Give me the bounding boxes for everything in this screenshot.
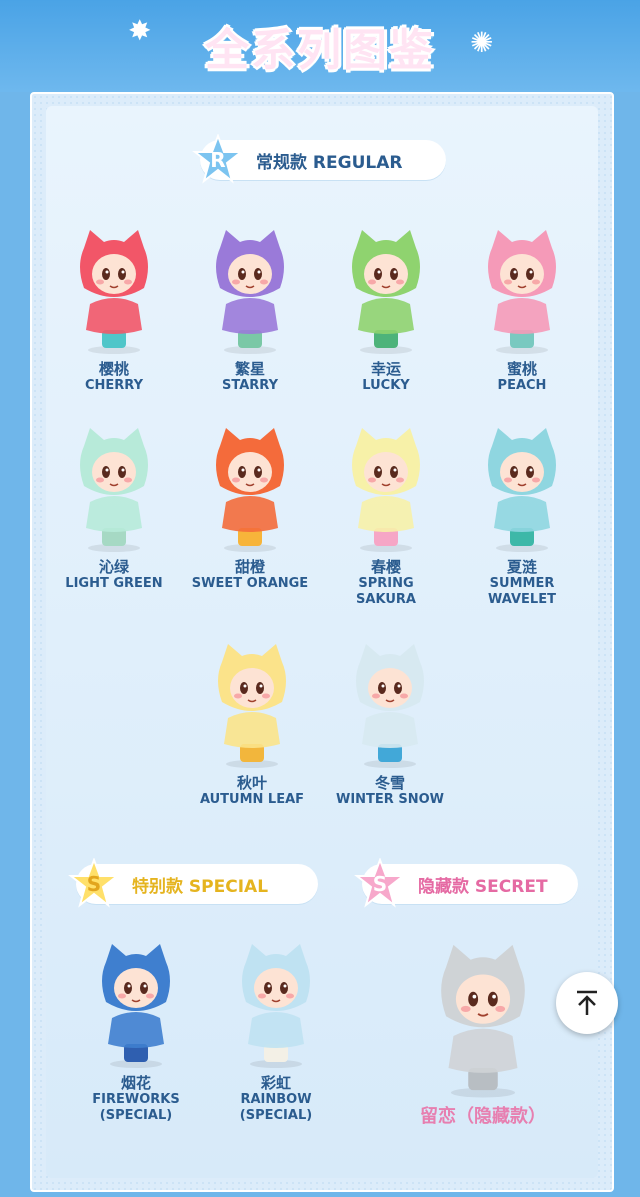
figure-name-en: LIGHT GREEN (65, 576, 163, 591)
figure-name-cn: 烟花 (120, 1074, 151, 1092)
figure-name-cn: 冬雪 (374, 774, 405, 792)
regular-section-header: R 常规款 REGULAR (192, 133, 446, 184)
figure-image (336, 226, 436, 356)
figure-name-en: SWEET ORANGE (191, 576, 309, 591)
figure-name-en: SPRING (358, 576, 414, 591)
figure-name-en: LUCKY (362, 378, 410, 393)
figure-name-cn: 夏涟 (506, 558, 537, 576)
secret-figure-name: 留恋（隐藏款） (420, 1106, 546, 1127)
figure-name-cn: 樱桃 (98, 360, 129, 378)
figure-name-en: PEACH (497, 378, 547, 393)
figure-name-en-line2: WAVELET (488, 592, 556, 607)
figure-name-en: STARRY (221, 378, 278, 393)
special-badge-star-icon: S (68, 857, 120, 910)
figure-image (200, 424, 300, 554)
figure-image (472, 424, 572, 554)
regular-figure-item[interactable]: 冬雪 WINTER SNOW (320, 640, 460, 808)
figure-image (64, 424, 164, 554)
regular-section-label: 常规款 REGULAR (256, 152, 403, 173)
figure-name-en: FIREWORKS (92, 1092, 180, 1107)
regular-figure-item[interactable]: 幸运 LUCKY (316, 226, 456, 394)
figure-name-cn: 繁星 (234, 360, 265, 378)
figure-name-en: SUMMER (489, 576, 555, 591)
figure-image (200, 226, 300, 356)
figure-name-en: WINTER SNOW (336, 792, 444, 807)
figure-image (64, 226, 164, 356)
arrow-up-to-top-icon (577, 990, 597, 1015)
regular-figure-item[interactable]: 春樱 SPRING SAKURA (316, 424, 456, 608)
figure-name-en-line2: SAKURA (356, 592, 416, 607)
regular-figure-item[interactable]: 繁星 STARRY (180, 226, 320, 394)
regular-figure-item[interactable]: 蜜桃 PEACH (452, 226, 592, 394)
figure-image (86, 940, 186, 1070)
scroll-to-top-button[interactable] (556, 972, 618, 1034)
special-figure-item[interactable]: 烟花 FIREWORKS (SPECIAL) (66, 940, 206, 1124)
figure-name-en: CHERRY (84, 378, 144, 393)
figure-name-en-line2: (SPECIAL) (239, 1108, 313, 1123)
figure-image (226, 940, 326, 1070)
secret-figure-item[interactable]: 留恋（隐藏款） (398, 940, 568, 1128)
regular-badge-star-icon: R (192, 133, 244, 186)
figure-name-cn: 蜜桃 (506, 360, 537, 378)
regular-figure-item[interactable]: 夏涟 SUMMER WAVELET (452, 424, 592, 608)
special-section-label: 特别款 SPECIAL (132, 876, 269, 897)
figure-name-cn: 秋叶 (236, 774, 267, 792)
regular-figure-item[interactable]: 秋叶 AUTUMN LEAF (182, 640, 322, 808)
secret-badge-star-icon: S (354, 857, 406, 910)
regular-figure-item[interactable]: 甜橙 SWEET ORANGE (180, 424, 320, 592)
figure-image (202, 640, 302, 770)
special-figure-item[interactable]: 彩虹 RAINBOW (SPECIAL) (206, 940, 346, 1124)
regular-figure-item[interactable]: 樱桃 CHERRY (44, 226, 184, 394)
figure-name-cn: 甜橙 (234, 558, 265, 576)
figure-name-cn: 春樱 (370, 558, 401, 576)
secret-section-header: S 隐藏款 SECRET (354, 857, 578, 908)
figure-name-cn: 幸运 (370, 360, 401, 378)
figure-name-en: RAINBOW (240, 1092, 312, 1107)
regular-figure-item[interactable]: 沁绿 LIGHT GREEN (44, 424, 184, 592)
figure-name-en: AUTUMN LEAF (199, 792, 305, 807)
page-title: 全系列图鉴 (205, 25, 435, 76)
secret-figure-image (418, 940, 548, 1100)
figure-image (340, 640, 440, 770)
secret-section-label: 隐藏款 SECRET (418, 876, 548, 897)
figure-name-en-line2: (SPECIAL) (99, 1108, 173, 1123)
special-section-header: S 特别款 SPECIAL (68, 857, 318, 908)
figure-name-cn: 沁绿 (98, 558, 129, 576)
figure-image (472, 226, 572, 356)
figure-image (336, 424, 436, 554)
header-banner: ✸ ✺ 全系列图鉴 (0, 0, 640, 92)
figure-name-cn: 彩虹 (260, 1074, 291, 1092)
